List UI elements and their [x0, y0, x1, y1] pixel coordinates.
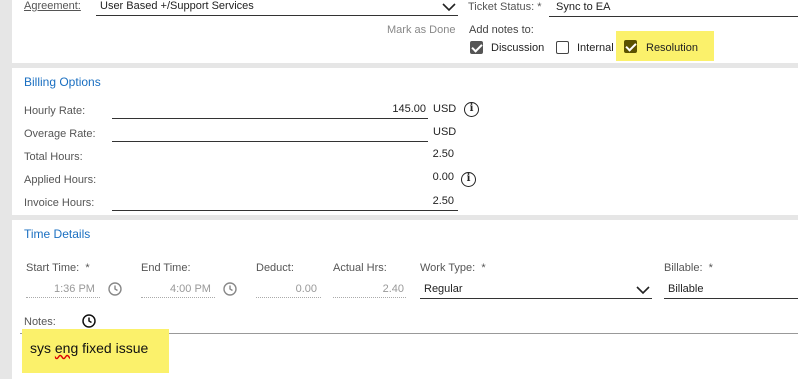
invoice-hours-label: Invoice Hours:: [24, 197, 95, 209]
actual-hrs-value: 2.40: [382, 283, 404, 295]
ticket-status-label: Ticket Status: *: [468, 1, 542, 13]
agreement-label: Agreement:: [24, 0, 81, 12]
mark-as-done-link[interactable]: Mark as Done: [387, 24, 455, 36]
hourly-rate-underline: [112, 118, 428, 119]
discussion-checkbox[interactable]: [470, 41, 483, 54]
billing-options-panel: Billing Options Hourly Rate: 145.00 USD …: [12, 68, 798, 215]
billable-label: Billable: *: [664, 262, 713, 274]
agreement-select[interactable]: User Based +/Support Services: [96, 0, 458, 15]
end-time-underline: [141, 297, 215, 298]
overage-rate-label: Overage Rate:: [24, 128, 96, 140]
chevron-down-icon: [442, 3, 456, 12]
work-type-select[interactable]: Regular: [420, 278, 652, 298]
time-details-panel: Time Details Start Time: * 1:36 PM End T…: [12, 220, 798, 379]
total-hours-value: 2.50: [432, 148, 454, 160]
notes-label: Notes:: [24, 316, 56, 328]
total-hours-label: Total Hours:: [24, 151, 83, 163]
applied-hours-info-icon[interactable]: i: [461, 172, 476, 187]
end-time-label: End Time:: [141, 262, 191, 274]
agreement-underline: [96, 15, 458, 16]
work-type-underline: [420, 298, 652, 299]
start-time-label: Start Time: *: [26, 262, 90, 274]
clock-icon[interactable]: [108, 282, 122, 296]
billing-options-title: Billing Options: [24, 75, 101, 89]
deduct-value[interactable]: 0.00: [296, 283, 317, 295]
work-type-label: Work Type: *: [420, 262, 486, 274]
info-icon[interactable]: i: [464, 102, 479, 117]
billable-select[interactable]: Billable: [664, 278, 798, 298]
start-time-underline: [26, 297, 100, 298]
resolution-label: Resolution: [646, 42, 698, 54]
invoice-hours-underline: [112, 210, 458, 211]
internal-checkbox[interactable]: [556, 41, 569, 54]
ticket-status-field[interactable]: Sync to EA: [549, 0, 798, 15]
clock-icon[interactable]: [82, 314, 96, 328]
hourly-rate-unit: USD: [433, 103, 457, 115]
chevron-down-icon: [636, 286, 650, 295]
ticket-status-value: Sync to EA: [556, 1, 611, 13]
deduct-underline: [256, 297, 321, 298]
applied-hours-value: 0.00: [432, 171, 454, 183]
invoice-hours-value[interactable]: 2.50: [433, 195, 454, 207]
ticket-status-underline: [549, 16, 798, 17]
internal-label: Internal: [577, 42, 614, 54]
agreement-value: User Based +/Support Services: [100, 0, 254, 12]
clock-icon[interactable]: [223, 282, 237, 296]
work-type-value: Regular: [424, 283, 463, 295]
end-time-value[interactable]: 4:00 PM: [170, 283, 211, 295]
billable-value: Billable: [668, 283, 704, 295]
actual-hrs-label: Actual Hrs:: [333, 262, 387, 274]
overage-rate-underline: [112, 141, 428, 142]
start-time-value[interactable]: 1:36 PM: [54, 283, 95, 295]
notes-text: sys eng fixed issue: [30, 340, 149, 356]
agreement-panel: Agreement: User Based +/Support Services…: [12, 0, 798, 63]
resolution-checkbox[interactable]: [624, 40, 637, 53]
billable-underline: [664, 298, 798, 299]
deduct-label: Deduct:: [256, 262, 294, 274]
actual-hrs-underline: [333, 297, 406, 298]
hourly-rate-label: Hourly Rate:: [24, 105, 86, 117]
discussion-label: Discussion: [491, 42, 545, 54]
hourly-rate-value[interactable]: 145.00: [392, 103, 426, 115]
applied-hours-label: Applied Hours:: [24, 174, 97, 186]
time-details-title: Time Details: [24, 227, 91, 241]
overage-rate-unit: USD: [433, 126, 457, 138]
add-notes-label: Add notes to:: [469, 24, 534, 36]
misspelled-word: eng: [54, 340, 79, 356]
